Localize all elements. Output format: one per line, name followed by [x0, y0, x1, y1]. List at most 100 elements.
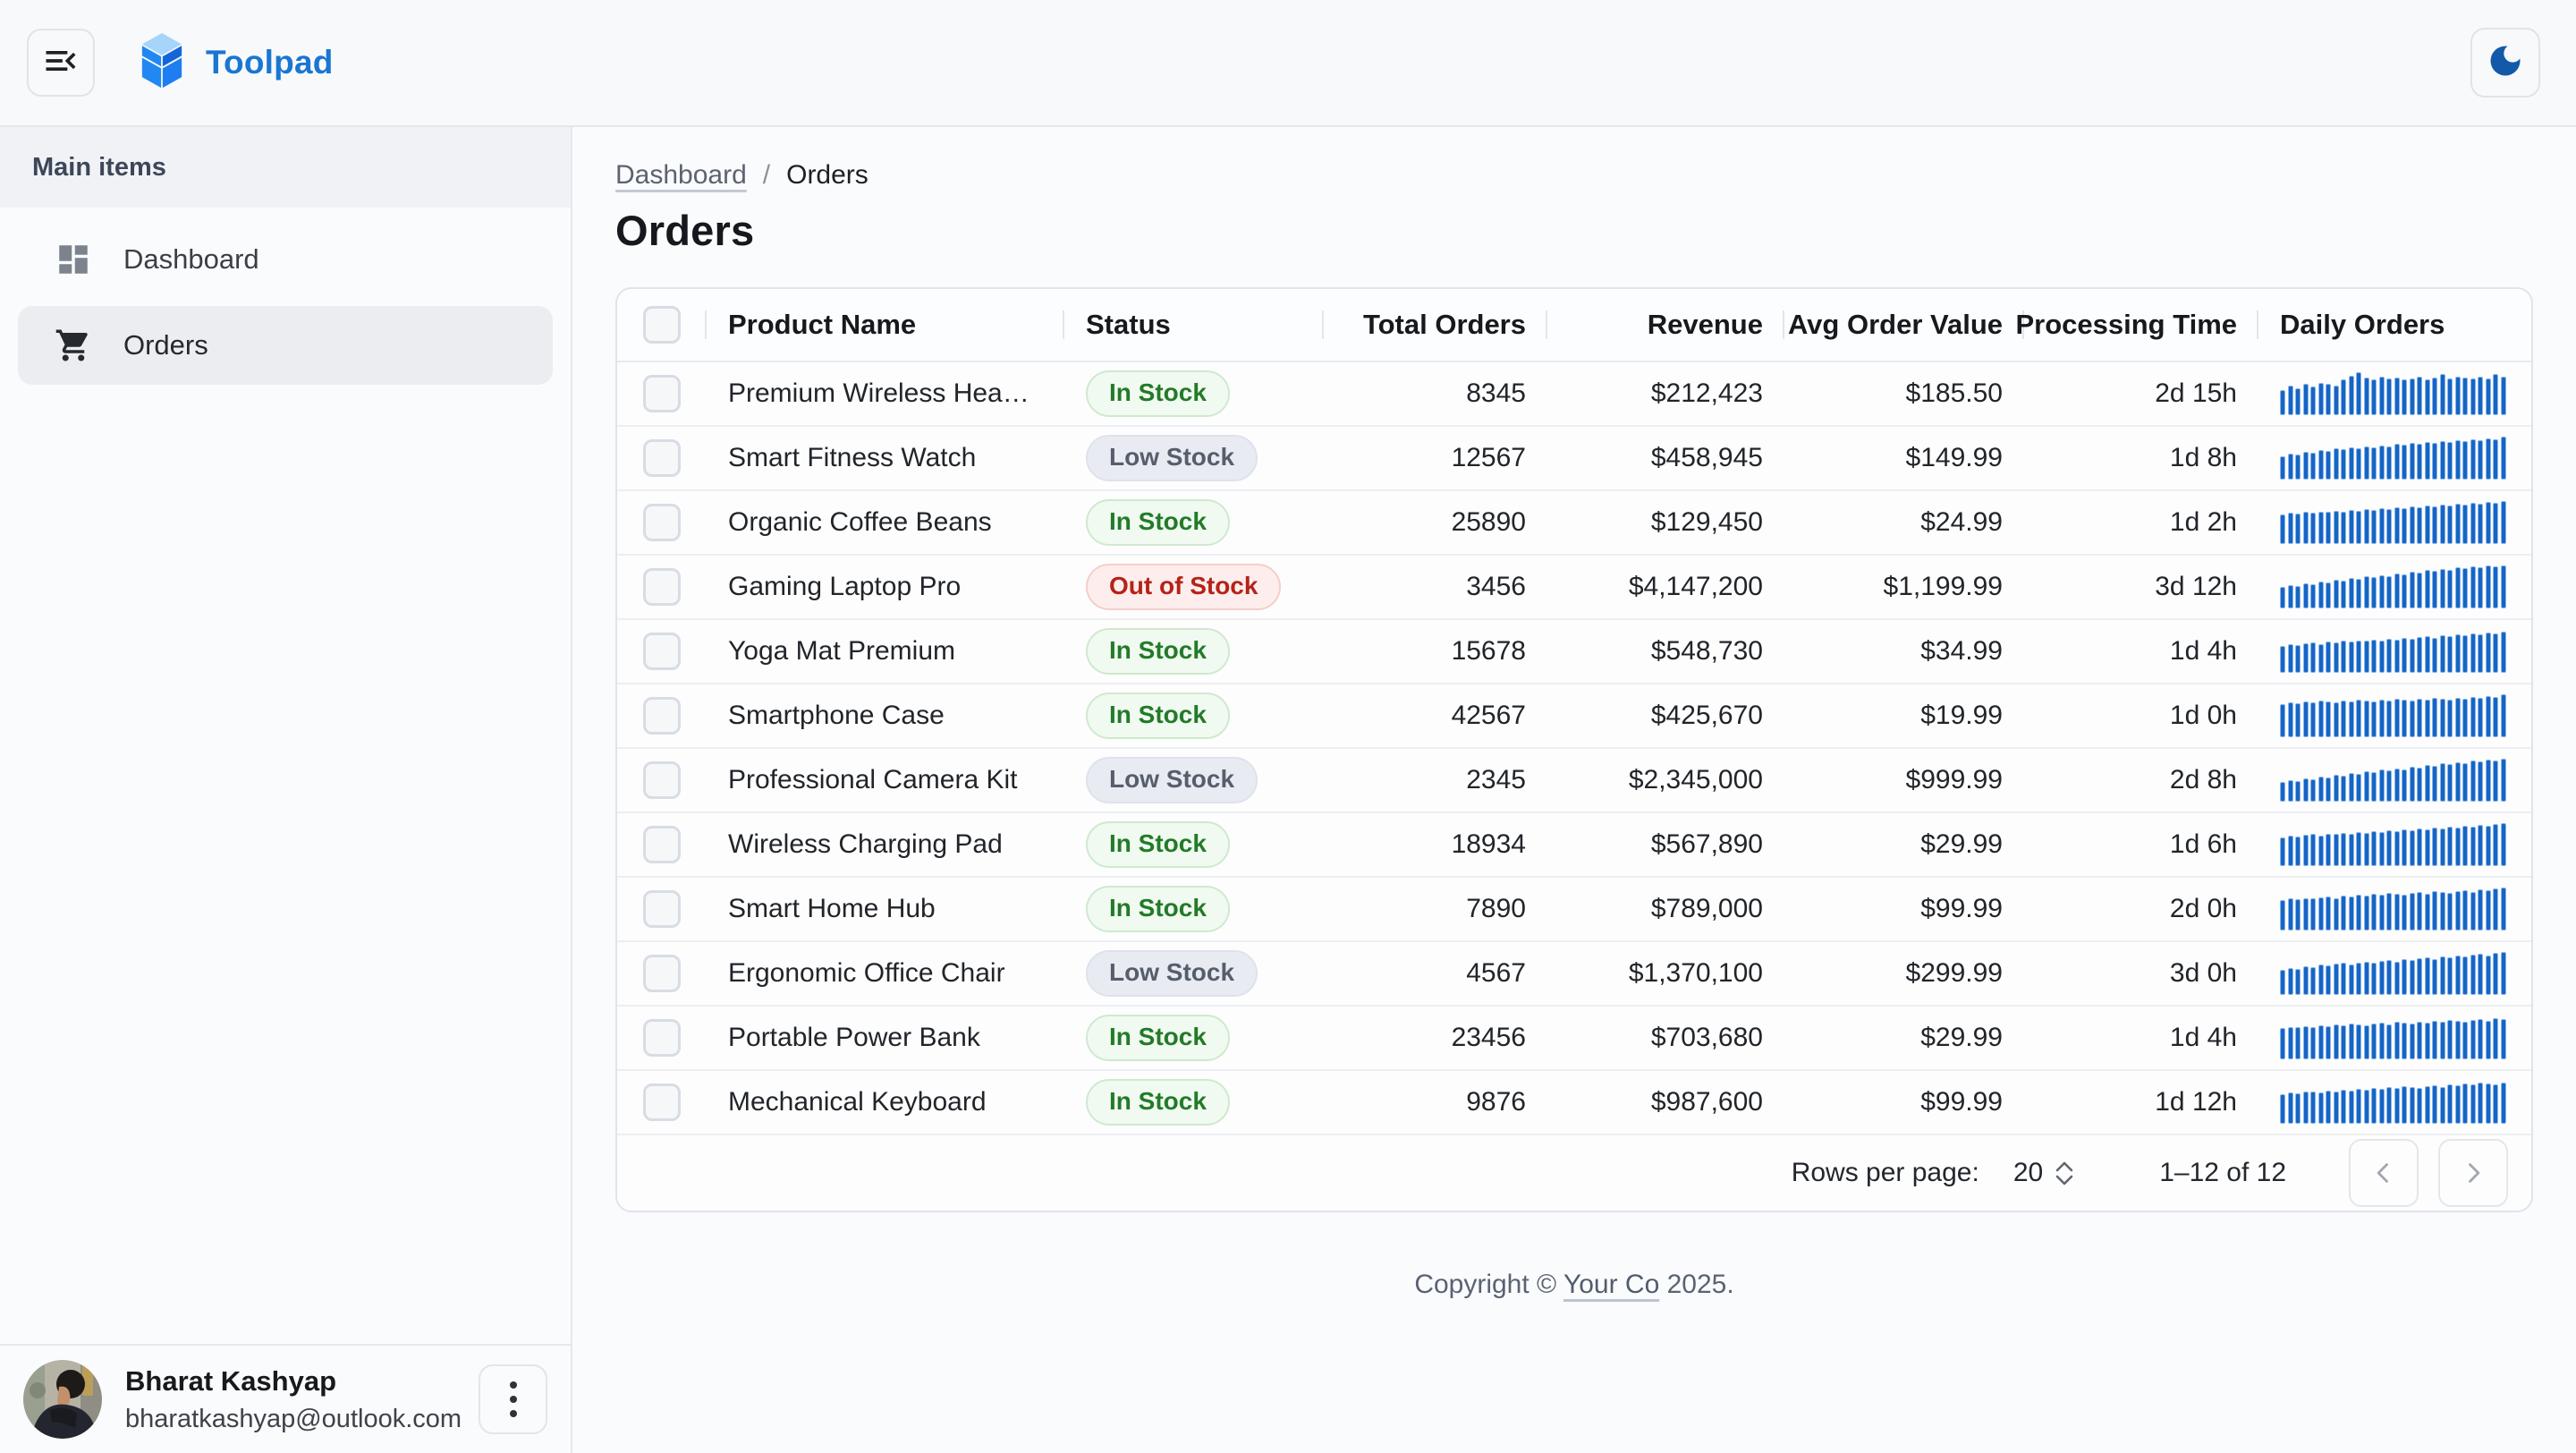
column-header-total-orders[interactable]: Total Orders	[1324, 289, 1547, 361]
copyright-prefix: Copyright ©	[1414, 1270, 1563, 1299]
total-orders-cell: 12567	[1324, 443, 1547, 473]
app-logo[interactable]: Toolpad	[138, 33, 334, 93]
row-checkbox[interactable]	[643, 955, 681, 992]
select-all-cell	[617, 289, 707, 361]
status-badge: In Stock	[1086, 628, 1230, 675]
row-checkbox-cell	[617, 890, 707, 928]
avg-order-value-cell: $19.99	[1784, 701, 2024, 731]
sidebar-item-dashboard[interactable]: Dashboard	[18, 220, 553, 299]
row-checkbox-cell	[617, 568, 707, 606]
user-menu-button[interactable]	[479, 1364, 547, 1434]
row-checkbox[interactable]	[643, 1083, 681, 1121]
row-checkbox[interactable]	[643, 1019, 681, 1057]
sidebar-section-label: Main items	[0, 127, 571, 208]
avg-order-value-cell: $29.99	[1784, 1023, 2024, 1053]
next-page-button[interactable]	[2438, 1139, 2508, 1207]
row-checkbox[interactable]	[643, 761, 681, 799]
row-checkbox-cell	[617, 1019, 707, 1057]
breadcrumb-dashboard-link[interactable]: Dashboard	[615, 160, 747, 191]
table-row[interactable]: Smartphone CaseIn Stock42567$425,670$19.…	[617, 684, 2531, 749]
status-cell: In Stock	[1064, 821, 1324, 868]
breadcrumb: Dashboard / Orders	[615, 157, 2533, 193]
top-app-bar: Toolpad	[0, 0, 2576, 127]
table-row[interactable]: Mechanical KeyboardIn Stock9876$987,600$…	[617, 1071, 2531, 1135]
processing-time-cell: 1d 8h	[2024, 443, 2258, 473]
column-header-revenue[interactable]: Revenue	[1547, 289, 1784, 361]
sidebar: Main items Dashboard Orders	[0, 127, 572, 1453]
daily-orders-sparkline	[2258, 694, 2531, 737]
processing-time-cell: 2d 15h	[2024, 378, 2258, 409]
status-cell: Out of Stock	[1064, 564, 1324, 610]
status-cell: Low Stock	[1064, 950, 1324, 997]
select-all-checkbox[interactable]	[643, 306, 681, 344]
column-header-product-name[interactable]: Product Name	[707, 289, 1064, 361]
column-header-status[interactable]: Status	[1064, 289, 1324, 361]
table-row[interactable]: Yoga Mat PremiumIn Stock15678$548,730$34…	[617, 620, 2531, 684]
product-name-cell: Mechanical Keyboard	[707, 1087, 1064, 1117]
company-link[interactable]: Your Co	[1563, 1270, 1659, 1299]
status-cell: Low Stock	[1064, 435, 1324, 481]
table-row[interactable]: Premium Wireless Headp…In Stock8345$212,…	[617, 362, 2531, 427]
status-badge: Out of Stock	[1086, 564, 1281, 610]
row-checkbox-cell	[617, 697, 707, 735]
avg-order-value-cell: $99.99	[1784, 894, 2024, 924]
kebab-menu-icon	[510, 1381, 517, 1417]
orders-table: Product Name Status Total Orders Revenue…	[615, 287, 2533, 1212]
revenue-cell: $548,730	[1547, 636, 1784, 667]
status-badge: In Stock	[1086, 886, 1230, 932]
status-cell: In Stock	[1064, 1015, 1324, 1061]
row-checkbox[interactable]	[643, 633, 681, 670]
row-checkbox-cell	[617, 504, 707, 541]
total-orders-cell: 18934	[1324, 829, 1547, 860]
status-badge: In Stock	[1086, 693, 1230, 739]
total-orders-cell: 9876	[1324, 1087, 1547, 1117]
status-badge: Low Stock	[1086, 435, 1258, 481]
revenue-cell: $458,945	[1547, 443, 1784, 473]
avg-order-value-cell: $185.50	[1784, 378, 2024, 409]
toolpad-logo-icon	[138, 33, 186, 93]
column-header-daily-orders[interactable]: Daily Orders	[2258, 289, 2531, 361]
table-row[interactable]: Professional Camera KitLow Stock2345$2,3…	[617, 749, 2531, 813]
table-row[interactable]: Ergonomic Office ChairLow Stock4567$1,37…	[617, 942, 2531, 1007]
status-badge: In Stock	[1086, 1015, 1230, 1061]
revenue-cell: $1,370,100	[1547, 958, 1784, 989]
revenue-cell: $567,890	[1547, 829, 1784, 860]
table-row[interactable]: Smart Home HubIn Stock7890$789,000$99.99…	[617, 878, 2531, 942]
row-checkbox[interactable]	[643, 826, 681, 863]
total-orders-cell: 42567	[1324, 701, 1547, 731]
total-orders-cell: 15678	[1324, 636, 1547, 667]
table-row[interactable]: Smart Fitness WatchLow Stock12567$458,94…	[617, 427, 2531, 491]
revenue-cell: $2,345,000	[1547, 765, 1784, 795]
avg-order-value-cell: $999.99	[1784, 765, 2024, 795]
table-row[interactable]: Wireless Charging PadIn Stock18934$567,8…	[617, 813, 2531, 878]
column-header-avg-order-value[interactable]: Avg Order Value	[1784, 289, 2024, 361]
product-name-cell: Smart Home Hub	[707, 894, 1064, 924]
row-checkbox[interactable]	[643, 568, 681, 606]
product-name-cell: Professional Camera Kit	[707, 765, 1064, 795]
row-checkbox[interactable]	[643, 375, 681, 412]
shopping-cart-icon	[54, 326, 93, 365]
sidebar-item-orders[interactable]: Orders	[18, 306, 553, 385]
product-name-cell: Ergonomic Office Chair	[707, 958, 1064, 989]
revenue-cell: $703,680	[1547, 1023, 1784, 1053]
avg-order-value-cell: $149.99	[1784, 443, 2024, 473]
status-badge: In Stock	[1086, 1079, 1230, 1126]
previous-page-button[interactable]	[2349, 1139, 2419, 1207]
total-orders-cell: 2345	[1324, 765, 1547, 795]
user-avatar[interactable]	[23, 1360, 102, 1439]
table-row[interactable]: Organic Coffee BeansIn Stock25890$129,45…	[617, 491, 2531, 556]
row-checkbox[interactable]	[643, 504, 681, 541]
theme-toggle-button[interactable]	[2470, 28, 2540, 98]
table-row[interactable]: Gaming Laptop ProOut of Stock3456$4,147,…	[617, 556, 2531, 620]
table-row[interactable]: Portable Power BankIn Stock23456$703,680…	[617, 1007, 2531, 1071]
row-checkbox[interactable]	[643, 697, 681, 735]
rows-per-page-stepper[interactable]	[2055, 1161, 2073, 1185]
row-checkbox[interactable]	[643, 890, 681, 928]
sidebar-collapse-button[interactable]	[27, 29, 95, 97]
daily-orders-sparkline	[2258, 372, 2531, 415]
product-name-cell: Wireless Charging Pad	[707, 829, 1064, 860]
row-checkbox[interactable]	[643, 439, 681, 477]
rows-per-page-value[interactable]: 20	[2013, 1158, 2043, 1188]
row-checkbox-cell	[617, 761, 707, 799]
column-header-processing-time[interactable]: Processing Time	[2024, 289, 2258, 361]
